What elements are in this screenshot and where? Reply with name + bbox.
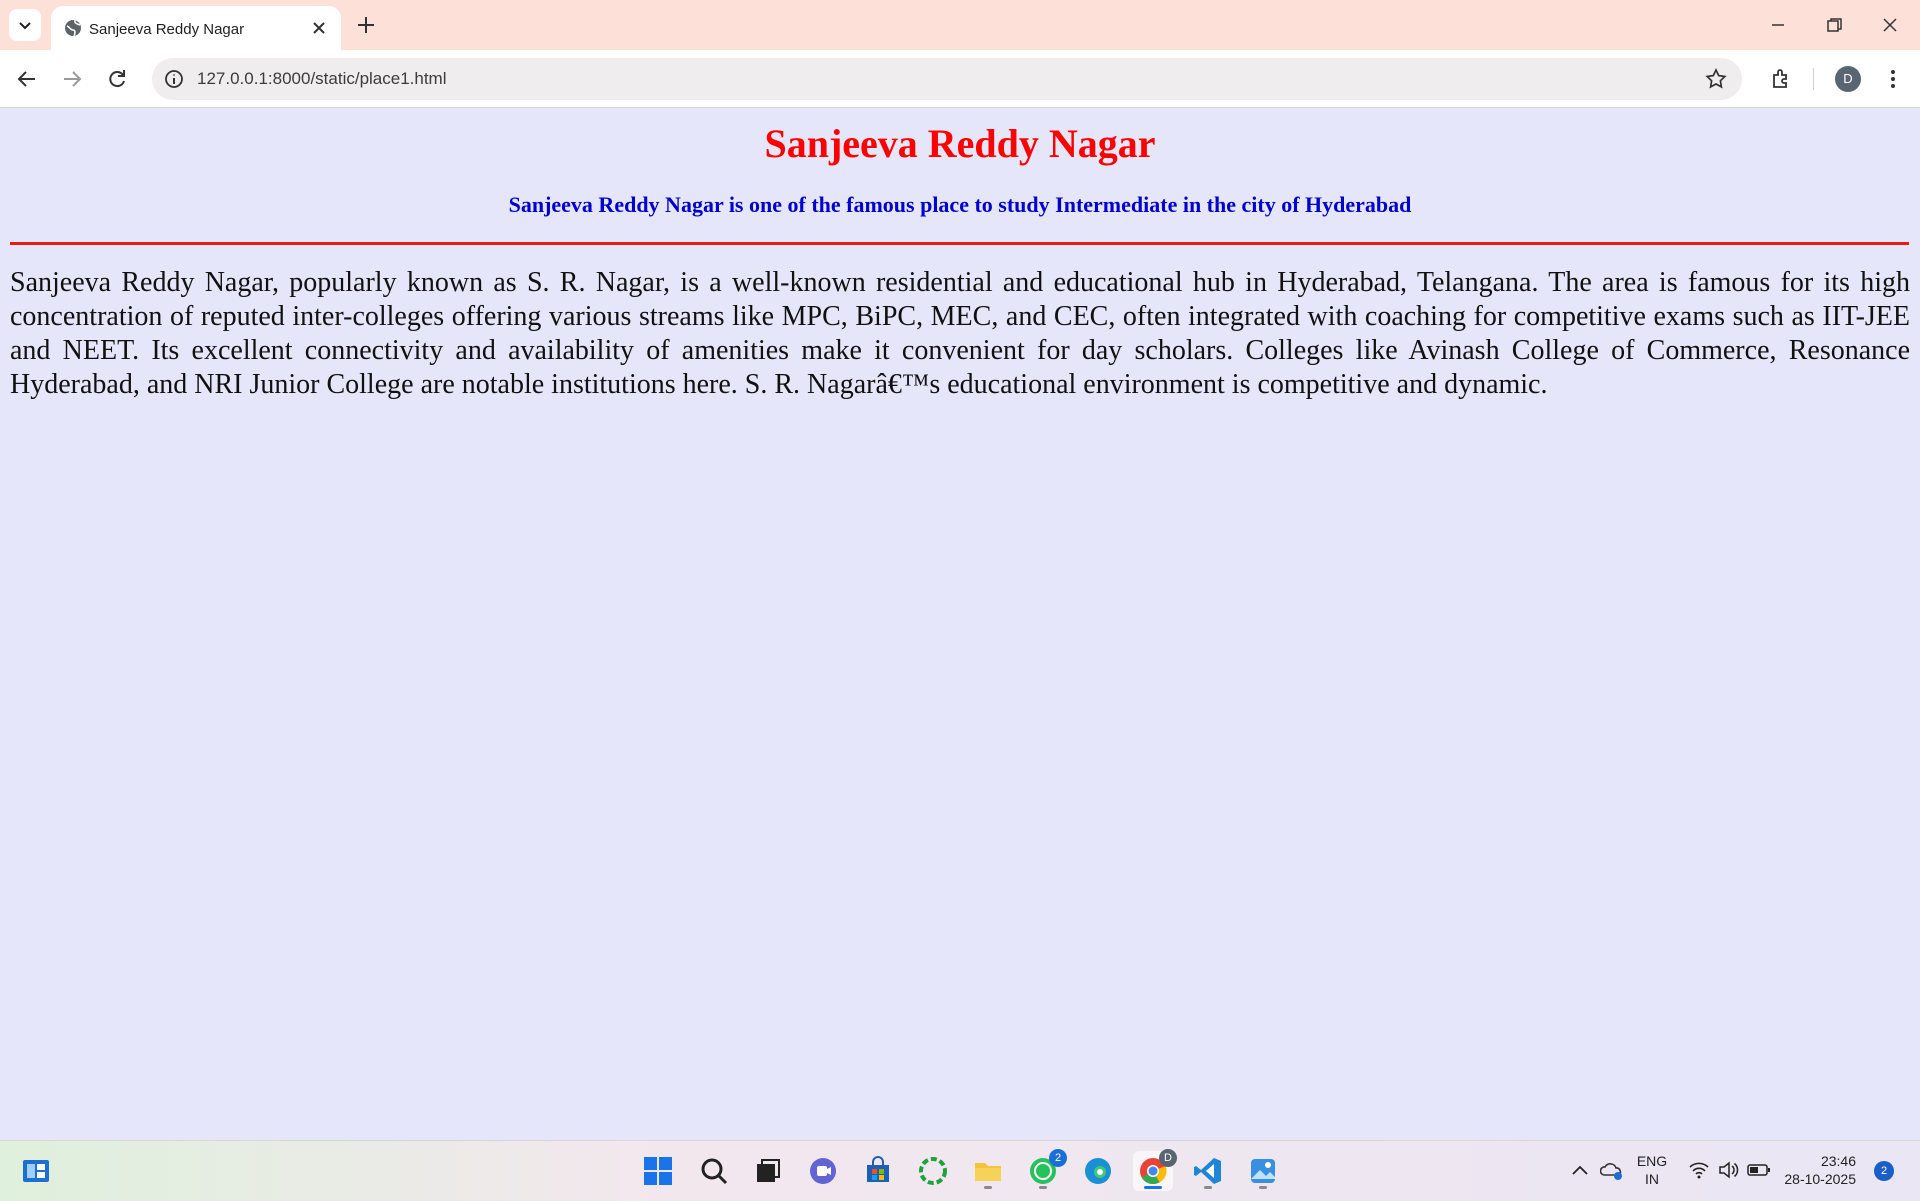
store-button[interactable] [858,1151,898,1191]
restore-icon[interactable] [1821,12,1847,38]
tab-title: Sanjeeva Reddy Nagar [89,21,245,38]
start-icon [644,1157,672,1185]
chrome-button[interactable]: D [1133,1149,1177,1191]
profile-avatar[interactable]: D [1835,66,1861,92]
globe-icon [65,19,81,37]
description-paragraph: Sanjeeva Reddy Nagar, popularly known as… [10,267,1910,400]
file-explorer-button[interactable] [968,1151,1008,1191]
chrome-profile-badge: D [1159,1149,1177,1167]
reload-icon[interactable] [104,66,130,92]
running-indicator [1259,1186,1267,1189]
windows-taskbar: 2 D ENG IN 23:46 28-10-2025 [0,1140,1920,1201]
teams-button[interactable] [803,1151,843,1191]
language-indicator[interactable]: ENG IN [1634,1152,1670,1188]
tab-search-button[interactable] [9,9,41,41]
file-explorer-icon [975,1163,1001,1181]
whatsapp-badge: 2 [1049,1149,1067,1167]
bookmark-star-icon[interactable] [1704,67,1728,91]
page-subtitle: Sanjeeva Reddy Nagar is one of the famou… [508,192,1412,217]
whatsapp-button[interactable]: 2 [1023,1149,1067,1191]
running-indicator [1039,1186,1047,1189]
site-info-icon[interactable] [162,67,186,91]
clock-time: 23:46 [1820,1153,1856,1169]
widgets-icon [23,1160,49,1182]
extensions-icon[interactable] [1768,66,1794,92]
copilot-button[interactable] [913,1151,953,1191]
minimize-icon[interactable] [1765,12,1791,38]
battery-icon[interactable] [1747,1162,1771,1178]
start-button[interactable] [638,1151,678,1191]
new-tab-icon[interactable] [354,13,378,37]
search-button[interactable] [694,1151,734,1191]
url-text: 127.0.0.1:8000/static/place1.html [197,69,447,88]
onedrive-icon[interactable] [1600,1159,1624,1181]
toolbar-divider [1813,68,1814,90]
browser-tab[interactable]: Sanjeeva Reddy Nagar [51,6,341,50]
address-bar[interactable]: 127.0.0.1:8000/static/place1.html [152,58,1742,100]
browser-tab-strip: Sanjeeva Reddy Nagar [0,0,1920,50]
language-line1: ENG [1636,1153,1668,1169]
clock-date: 28-10-2025 [1784,1171,1856,1187]
notification-badge[interactable]: 2 [1874,1161,1894,1181]
wifi-icon[interactable] [1688,1160,1710,1180]
vscode-button[interactable] [1188,1151,1228,1191]
red-divider [10,242,1909,245]
volume-icon[interactable] [1717,1160,1739,1180]
photos-icon [1251,1159,1275,1183]
vscode-icon [1194,1158,1221,1184]
kebab-menu-icon[interactable] [1880,66,1906,92]
chevron-down-icon [19,22,31,30]
forward-arrow-icon[interactable] [59,66,85,92]
photos-button[interactable] [1243,1151,1283,1191]
back-arrow-icon[interactable] [14,66,40,92]
widgets-button[interactable] [16,1151,56,1191]
language-line2: IN [1645,1171,1659,1187]
edge-icon [1085,1158,1111,1184]
search-icon [701,1158,728,1185]
close-window-icon[interactable] [1877,12,1903,38]
browser-toolbar: 127.0.0.1:8000/static/place1.html D [0,50,1920,108]
active-indicator [1144,1186,1162,1189]
task-view-button[interactable] [748,1151,788,1191]
web-page: Sanjeeva Reddy Nagar Sanjeeva Reddy Naga… [0,108,1920,1140]
running-indicator [984,1186,992,1189]
task-view-icon [757,1159,780,1182]
edge-button[interactable] [1078,1151,1118,1191]
page-title: Sanjeeva Reddy Nagar [764,121,1156,166]
clock[interactable]: 23:46 28-10-2025 [1780,1152,1856,1188]
close-tab-icon[interactable] [309,18,329,38]
chevron-up-icon[interactable] [1571,1163,1589,1177]
copilot-icon [919,1157,947,1185]
store-icon [867,1156,889,1182]
running-indicator [1204,1186,1212,1189]
teams-icon [810,1158,836,1184]
